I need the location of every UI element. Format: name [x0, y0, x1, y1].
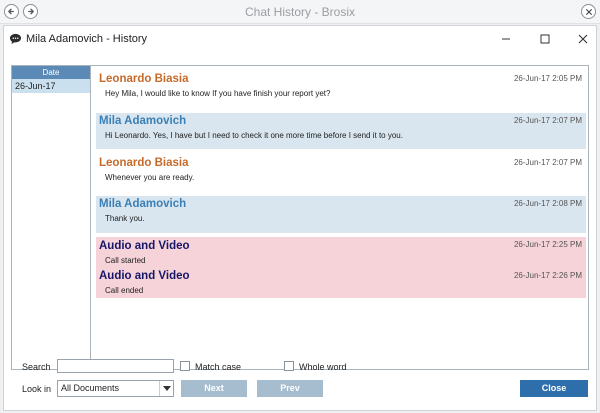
- message-sender: Audio and Video: [99, 240, 190, 252]
- message-timestamp: 26-Jun-17 2:07 PM: [513, 116, 582, 125]
- message-timestamp: 26-Jun-17 2:26 PM: [513, 271, 582, 280]
- search-label: Search: [22, 362, 51, 372]
- message-row: Leonardo Biasia 26-Jun-17 2:07 PM Whenev…: [96, 155, 586, 191]
- chevron-down-icon: [159, 381, 173, 396]
- message-timestamp: 26-Jun-17 2:07 PM: [513, 158, 582, 167]
- message-timestamp: 26-Jun-17 2:25 PM: [513, 240, 582, 249]
- message-text: Hi Leonardo. Yes, I have but I need to c…: [105, 131, 403, 140]
- match-case-label: Match case: [195, 362, 242, 372]
- minimize-icon: [502, 38, 510, 40]
- app-root: Chat History - Brosix Mila Adamovich - H…: [0, 0, 600, 413]
- message-sender: Mila Adamovich: [99, 198, 187, 210]
- message-row: Mila Adamovich 26-Jun-17 2:08 PM Thank y…: [96, 196, 586, 233]
- call-event-block: Audio and Video 26-Jun-17 2:25 PM Call s…: [96, 237, 586, 298]
- lookin-label: Look in: [22, 384, 52, 394]
- date-column-header: Date: [12, 66, 90, 79]
- message-text: Thank you.: [105, 214, 145, 223]
- maximize-button[interactable]: [534, 30, 556, 48]
- chat-bubble-icon: [9, 33, 22, 45]
- lookin-selected-value: All Documents: [61, 383, 120, 393]
- message-text: Hey Mila, I would like to know If you ha…: [105, 89, 331, 98]
- close-button[interactable]: Close: [520, 380, 588, 397]
- date-list: Date 26-Jun-17: [11, 65, 91, 370]
- match-case-checkbox[interactable]: [180, 361, 190, 371]
- message-sender: Leonardo Biasia: [99, 157, 189, 169]
- outer-window-title: Chat History - Brosix: [244, 5, 356, 19]
- prev-button[interactable]: Prev: [257, 380, 323, 397]
- message-list: Leonardo Biasia 26-Jun-17 2:05 PM Hey Mi…: [91, 65, 589, 370]
- window-title: Mila Adamovich - History: [26, 33, 148, 45]
- whole-word-label: Whole word: [299, 362, 347, 372]
- window-title-bar: Mila Adamovich - History: [4, 26, 596, 52]
- message-text: Whenever you are ready.: [105, 173, 195, 182]
- maximize-icon: [540, 34, 550, 44]
- search-input[interactable]: [57, 359, 174, 373]
- window-close-button[interactable]: [572, 30, 594, 48]
- lookin-select[interactable]: All Documents: [57, 380, 174, 397]
- close-icon: [578, 34, 588, 44]
- message-row: Mila Adamovich 26-Jun-17 2:07 PM Hi Leon…: [96, 113, 586, 149]
- whole-word-checkbox[interactable]: [284, 361, 294, 371]
- message-text: Call started: [105, 256, 146, 265]
- close-icon: [585, 8, 592, 15]
- message-sender: Audio and Video: [99, 270, 190, 282]
- message-timestamp: 26-Jun-17 2:08 PM: [513, 199, 582, 208]
- message-sender: Leonardo Biasia: [99, 73, 189, 85]
- minimize-button[interactable]: [495, 30, 517, 48]
- message-row: Leonardo Biasia 26-Jun-17 2:05 PM Hey Mi…: [96, 71, 586, 107]
- message-timestamp: 26-Jun-17 2:05 PM: [513, 74, 582, 83]
- message-sender: Mila Adamovich: [99, 115, 187, 127]
- message-text: Call ended: [105, 286, 144, 295]
- outer-close-button[interactable]: [581, 4, 596, 19]
- date-item[interactable]: 26-Jun-17: [12, 79, 90, 93]
- outer-title-bar: Chat History - Brosix: [0, 0, 600, 24]
- next-button[interactable]: Next: [181, 380, 247, 397]
